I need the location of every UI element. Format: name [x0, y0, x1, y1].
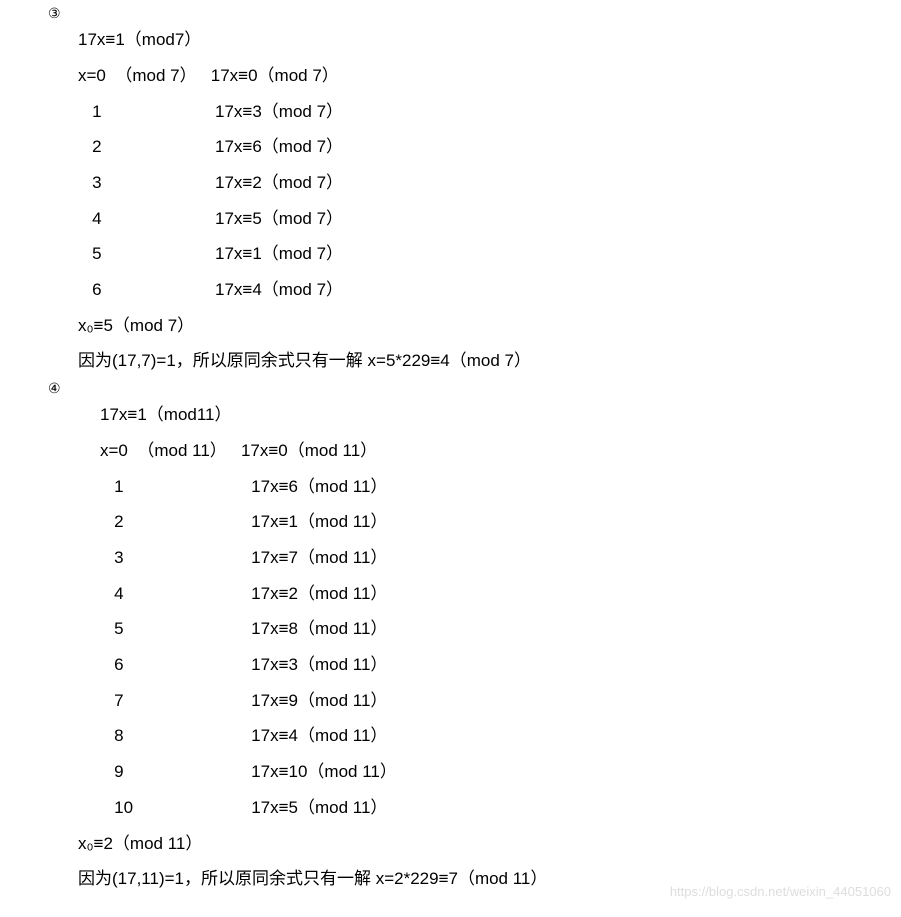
cell-x: 8 [114, 726, 123, 745]
table-row: 3 17x≡7（mod 11） [100, 540, 901, 576]
cell-x: 9 [114, 762, 123, 781]
cell-x: 4 [92, 209, 101, 228]
table-row: 1 17x≡3（mod 7） [78, 94, 901, 130]
cell-res: 17x≡2（mod 11） [251, 584, 387, 603]
cell-res: 17x≡9（mod 11） [251, 691, 387, 710]
table-row: 4 17x≡5（mod 7） [78, 201, 901, 237]
cell-x: 3 [92, 173, 101, 192]
cell-x: 5 [114, 619, 123, 638]
table-row: 9 17x≡10（mod 11） [100, 754, 901, 790]
heading-mod7: 17x≡1（mod7） [78, 22, 901, 58]
cell-res: 17x≡4（mod 11） [251, 726, 387, 745]
cell-x: 7 [114, 691, 123, 710]
cell-x: 6 [92, 280, 101, 299]
x0-result: x₀≡2（mod 11） [78, 826, 901, 862]
table-row: 6 17x≡3（mod 11） [100, 647, 901, 683]
section-number-4: ④ [48, 379, 901, 397]
cell-res: 17x≡4（mod 7） [215, 280, 343, 299]
section-number-3: ③ [48, 4, 901, 22]
cell-res: 17x≡5（mod 7） [215, 209, 343, 228]
table-row: 2 17x≡6（mod 7） [78, 129, 901, 165]
cell-res: 17x≡8（mod 11） [251, 619, 387, 638]
table-row: 4 17x≡2（mod 11） [100, 576, 901, 612]
cell-res: 17x≡3（mod 11） [251, 655, 387, 674]
table-header-row: x=0 （mod 7） 17x≡0（mod 7） [78, 58, 901, 94]
cell-res: 17x≡3（mod 7） [215, 102, 343, 121]
x0-result: x₀≡5（mod 7） [78, 308, 901, 344]
cell-x: 1 [92, 102, 101, 121]
cell-x: 3 [114, 548, 123, 567]
cell-x: 6 [114, 655, 123, 674]
conclusion-mod11: 因为(17,11)=1，所以原同余式只有一解 x=2*229≡7（mod 11） [78, 861, 901, 897]
cell-res: 17x≡6（mod 11） [251, 477, 387, 496]
col-x: x=0 （mod 11） [100, 441, 227, 460]
cell-x: 1 [114, 477, 123, 496]
conclusion-mod7: 因为(17,7)=1，所以原同余式只有一解 x=5*229≡4（mod 7） [78, 343, 901, 379]
col-res: 17x≡0（mod 7） [211, 66, 339, 85]
cell-x: 5 [92, 244, 101, 263]
col-x: x=0 （mod 7） [78, 66, 197, 85]
cell-res: 17x≡1（mod 7） [215, 244, 343, 263]
cell-x: 10 [114, 798, 133, 817]
cell-res: 17x≡10（mod 11） [251, 762, 397, 781]
table-row: 6 17x≡4（mod 7） [78, 272, 901, 308]
table-row: 8 17x≡4（mod 11） [100, 718, 901, 754]
cell-res: 17x≡5（mod 11） [251, 798, 387, 817]
cell-res: 17x≡1（mod 11） [251, 512, 387, 531]
table-row: 7 17x≡9（mod 11） [100, 683, 901, 719]
table-row: 1 17x≡6（mod 11） [100, 469, 901, 505]
table-row: 3 17x≡2（mod 7） [78, 165, 901, 201]
cell-res: 17x≡2（mod 7） [215, 173, 343, 192]
heading-mod11: 17x≡1（mod11） [100, 397, 901, 433]
cell-res: 17x≡6（mod 7） [215, 137, 343, 156]
table-row: 10 17x≡5（mod 11） [100, 790, 901, 826]
table-row: 5 17x≡1（mod 7） [78, 236, 901, 272]
table-row: 2 17x≡1（mod 11） [100, 504, 901, 540]
cell-x: 2 [92, 137, 101, 156]
cell-res: 17x≡7（mod 11） [251, 548, 387, 567]
table-header-row: x=0 （mod 11） 17x≡0（mod 11） [100, 433, 901, 469]
cell-x: 2 [114, 512, 123, 531]
col-res: 17x≡0（mod 11） [241, 441, 377, 460]
table-row: 5 17x≡8（mod 11） [100, 611, 901, 647]
cell-x: 4 [114, 584, 123, 603]
